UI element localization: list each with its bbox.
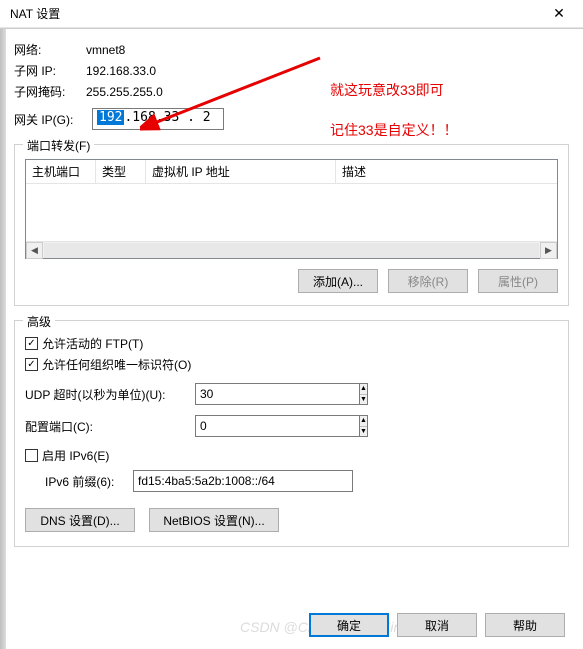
list-body-empty xyxy=(26,184,557,241)
scroll-right-icon[interactable]: ▶ xyxy=(540,242,557,259)
checkbox-icon xyxy=(25,449,38,462)
advanced-group: 高级 ✓ 允许活动的 FTP(T) ✓ 允许任何组织唯一标识符(O) UDP 超… xyxy=(14,320,569,547)
dialog-body: 网络: vmnet8 子网 IP: 192.168.33.0 子网掩码: 255… xyxy=(0,28,583,557)
ok-button[interactable]: 确定 xyxy=(309,613,389,637)
config-port-spinner[interactable]: ▲ ▼ xyxy=(195,415,327,437)
enable-ipv6-label: 启用 IPv6(E) xyxy=(42,447,109,464)
ipv6-prefix-input[interactable] xyxy=(133,470,353,492)
properties-button: 属性(P) xyxy=(478,269,558,293)
col-type[interactable]: 类型 xyxy=(96,160,146,183)
enable-ipv6-checkbox[interactable]: 启用 IPv6(E) xyxy=(25,447,558,464)
list-header: 主机端口 类型 虚拟机 IP 地址 描述 xyxy=(26,160,557,184)
config-port-label: 配置端口(C): xyxy=(25,418,195,435)
port-forward-list[interactable]: 主机端口 类型 虚拟机 IP 地址 描述 ◀ ▶ xyxy=(25,159,558,259)
udp-timeout-input[interactable] xyxy=(195,383,359,405)
port-forward-button-row: 添加(A)... 移除(R) 属性(P) xyxy=(25,269,558,293)
help-button[interactable]: 帮助 xyxy=(485,613,565,637)
advanced-legend: 高级 xyxy=(23,313,55,330)
spin-down-icon[interactable]: ▼ xyxy=(360,427,367,437)
allow-oui-checkbox[interactable]: ✓ 允许任何组织唯一标识符(O) xyxy=(25,356,558,373)
port-forward-legend: 端口转发(F) xyxy=(23,137,94,154)
spin-up-icon[interactable]: ▲ xyxy=(360,416,367,427)
checkbox-icon: ✓ xyxy=(25,358,38,371)
gateway-rest: .168.33 . 2 xyxy=(124,110,210,125)
config-port-input[interactable] xyxy=(195,415,359,437)
gateway-selected-octet: 192 xyxy=(97,110,124,125)
spin-up-icon[interactable]: ▲ xyxy=(360,384,367,395)
ipv6-prefix-label: IPv6 前缀(6): xyxy=(45,473,133,490)
subnet-mask-value: 255.255.255.0 xyxy=(86,85,163,99)
network-label: 网络: xyxy=(14,41,86,58)
col-desc[interactable]: 描述 xyxy=(336,160,557,183)
gateway-label: 网关 IP(G): xyxy=(14,111,92,128)
scroll-left-icon[interactable]: ◀ xyxy=(26,242,43,259)
netbios-settings-button[interactable]: NetBIOS 设置(N)... xyxy=(149,508,279,532)
col-host-port[interactable]: 主机端口 xyxy=(26,160,96,183)
add-button[interactable]: 添加(A)... xyxy=(298,269,378,293)
dns-settings-button[interactable]: DNS 设置(D)... xyxy=(25,508,135,532)
udp-timeout-label: UDP 超时(以秒为单位)(U): xyxy=(25,386,195,403)
spin-down-icon[interactable]: ▼ xyxy=(360,395,367,405)
network-value: vmnet8 xyxy=(86,43,125,57)
window-title: NAT 设置 xyxy=(10,5,60,22)
checkbox-icon: ✓ xyxy=(25,337,38,350)
close-icon: ✕ xyxy=(553,5,565,22)
allow-oui-label: 允许任何组织唯一标识符(O) xyxy=(42,356,191,373)
scroll-track[interactable] xyxy=(44,243,539,258)
close-button[interactable]: ✕ xyxy=(543,3,575,25)
subnet-ip-label: 子网 IP: xyxy=(14,62,86,79)
port-forward-group: 端口转发(F) 主机端口 类型 虚拟机 IP 地址 描述 ◀ ▶ 添加(A)..… xyxy=(14,144,569,306)
cancel-button[interactable]: 取消 xyxy=(397,613,477,637)
annotation-text-2: 记住33是自定义！！ xyxy=(330,120,458,140)
allow-ftp-checkbox[interactable]: ✓ 允许活动的 FTP(T) xyxy=(25,335,558,352)
gateway-ip-input[interactable]: 192.168.33 . 2 xyxy=(92,108,224,130)
dialog-footer-buttons: 确定 取消 帮助 xyxy=(309,613,565,637)
horizontal-scrollbar[interactable]: ◀ ▶ xyxy=(26,241,557,258)
subnet-mask-label: 子网掩码: xyxy=(14,83,86,100)
remove-button: 移除(R) xyxy=(388,269,468,293)
annotation-text-1: 就这玩意改33即可 xyxy=(330,80,444,100)
title-bar: NAT 设置 ✕ xyxy=(0,0,583,28)
allow-ftp-label: 允许活动的 FTP(T) xyxy=(42,335,143,352)
subnet-ip-value: 192.168.33.0 xyxy=(86,64,156,78)
udp-timeout-spinner[interactable]: ▲ ▼ xyxy=(195,383,327,405)
col-vm-ip[interactable]: 虚拟机 IP 地址 xyxy=(146,160,336,183)
